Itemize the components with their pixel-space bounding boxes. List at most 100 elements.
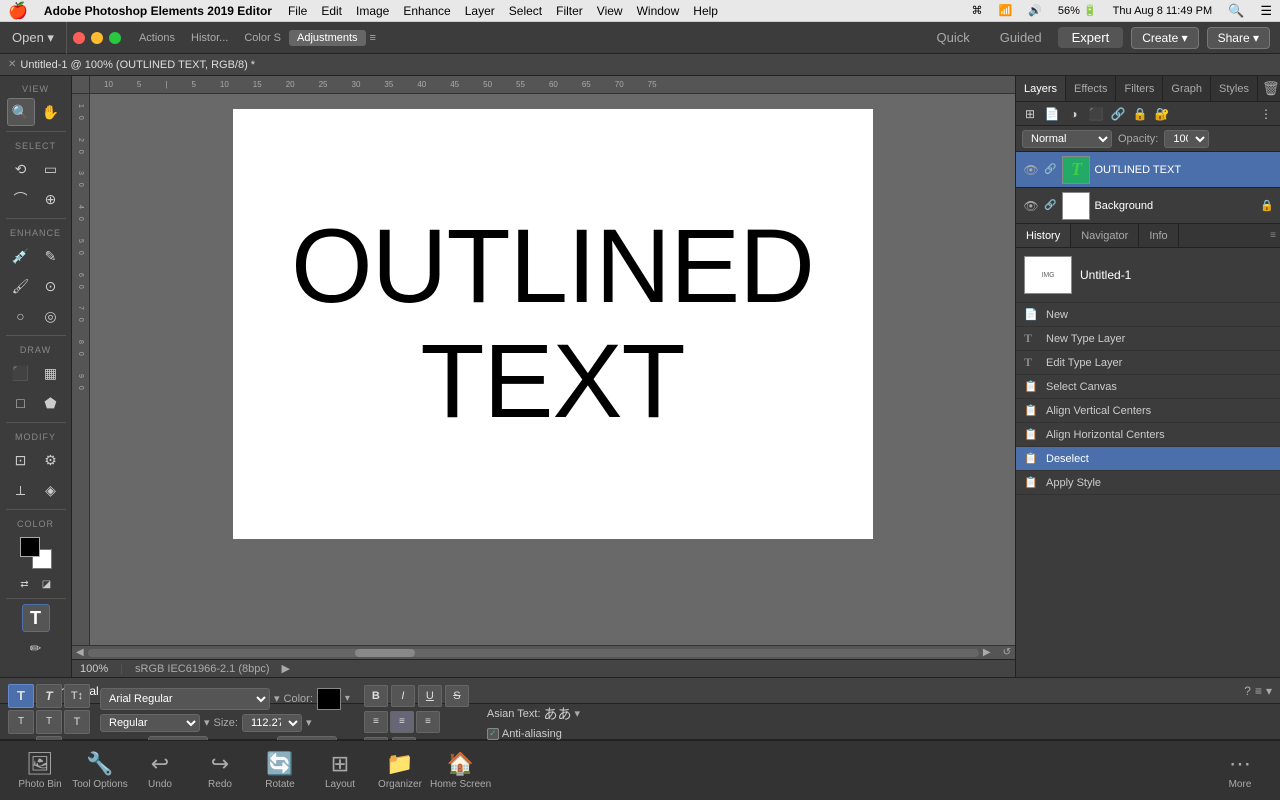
history-item-select-canvas[interactable]: 📋 Select Canvas	[1016, 375, 1280, 399]
rectangular-marquee-tool[interactable]: ▭	[37, 155, 65, 183]
tab-graph[interactable]: Graph	[1163, 76, 1211, 101]
bold-button[interactable]: B	[364, 685, 388, 707]
layer-link-icon-outlined-text[interactable]: 🔗	[1044, 164, 1056, 175]
spot-healing-tool[interactable]: ✎	[37, 242, 65, 270]
history-item-align-vertical[interactable]: 📋 Align Vertical Centers	[1016, 399, 1280, 423]
menu-enhance[interactable]: Enhance	[403, 4, 450, 18]
default-colors-icon[interactable]: ◪	[37, 575, 57, 593]
asian-text-dropdown[interactable]: ▾	[575, 707, 581, 720]
undo-nav[interactable]: ↩ Undo	[130, 751, 190, 790]
menu-edit[interactable]: Edit	[321, 4, 342, 18]
opacity-input[interactable]: 100%	[1164, 130, 1209, 148]
more-nav[interactable]: ⋯ More	[1210, 751, 1270, 790]
layer-link-icon-background[interactable]: 🔗	[1044, 200, 1056, 211]
tab-colors[interactable]: Color S	[236, 30, 289, 46]
menu-help[interactable]: Help	[693, 4, 718, 18]
fullscreen-window-button[interactable]	[109, 32, 121, 44]
underline-button[interactable]: U	[418, 685, 442, 707]
redo-nav[interactable]: ↪ Redo	[190, 751, 250, 790]
paint-bucket-tool[interactable]: ⬛	[7, 359, 35, 387]
pencil-tool[interactable]: ✏	[22, 634, 50, 662]
color-swatch-pair[interactable]	[20, 537, 52, 569]
history-item-edit-type-layer[interactable]: T Edit Type Layer	[1016, 351, 1280, 375]
history-item-align-horizontal[interactable]: 📋 Align Horizontal Centers	[1016, 423, 1280, 447]
font-style-select[interactable]: Regular	[100, 714, 200, 732]
create-button[interactable]: Create ▾	[1131, 27, 1198, 49]
type-mask-vertical-button[interactable]: T	[36, 710, 62, 734]
layer-visibility-icon-background[interactable]: 👁	[1022, 199, 1040, 213]
delete-layer-icon[interactable]: 🗑	[1262, 80, 1280, 97]
fill-layer-button[interactable]: ⬛	[1086, 104, 1106, 124]
align-right-button[interactable]: ≡	[416, 711, 440, 733]
clone-tool[interactable]: ⊙	[37, 272, 65, 300]
color-dropdown-icon[interactable]: ▾	[345, 693, 350, 704]
strikethrough-button[interactable]: S	[445, 685, 469, 707]
switch-colors-icon[interactable]: ⇄	[15, 575, 35, 593]
history-item-apply-style[interactable]: 📋 Apply Style	[1016, 471, 1280, 495]
align-left-button[interactable]: ≡	[364, 711, 388, 733]
color-profile[interactable]: sRGB IEC61966-2.1 (8bpc)	[135, 663, 270, 675]
asian-text-icon[interactable]: ああ	[544, 704, 572, 724]
menu-select[interactable]: Select	[509, 4, 542, 18]
home-screen-nav[interactable]: 🏠 Home Screen	[430, 751, 491, 790]
history-item-new-type-layer[interactable]: T New Type Layer	[1016, 327, 1280, 351]
blend-mode-select[interactable]: Normal	[1022, 130, 1112, 148]
eyedropper-tool[interactable]: 💉	[7, 242, 35, 270]
font-size-input[interactable]: 112.27 p	[242, 714, 302, 732]
apple-menu[interactable]: 🍎	[8, 1, 28, 21]
menu-window[interactable]: Window	[637, 4, 680, 18]
scroll-right-icon[interactable]: ▶	[983, 647, 991, 658]
panel-menu-icon[interactable]: ≡	[366, 32, 380, 44]
search-icon[interactable]: 🔍	[1228, 3, 1244, 19]
type-options-collapse-icon[interactable]: ▾	[1266, 684, 1272, 698]
layout-nav[interactable]: ⊞ Layout	[310, 751, 370, 790]
tab-history[interactable]: History	[1016, 224, 1071, 247]
straighten-tool[interactable]: ⟂	[7, 476, 35, 504]
custom-shape-tool[interactable]: ⬟	[37, 389, 65, 417]
rotate-canvas-icon[interactable]: ↺	[1003, 647, 1011, 658]
layer-panel-menu-icon[interactable]: ⋮	[1256, 104, 1276, 124]
profile-arrow[interactable]: ▶	[282, 662, 290, 675]
tab-guided[interactable]: Guided	[986, 27, 1056, 48]
align-center-button[interactable]: ≡	[390, 711, 414, 733]
canvas[interactable]: OUTLINED TEXT	[233, 109, 873, 539]
lock-all-button[interactable]: 🔐	[1152, 104, 1172, 124]
tab-filters[interactable]: Filters	[1116, 76, 1163, 101]
doc-tab-title[interactable]: Untitled-1 @ 100% (OUTLINED TEXT, RGB/8)…	[20, 59, 255, 71]
italic-button[interactable]: I	[391, 685, 415, 707]
link-layers-button[interactable]: 🔗	[1108, 104, 1128, 124]
control-center-icon[interactable]: ☰	[1260, 3, 1272, 19]
canvas-horizontal-scrollbar[interactable]: ◀ ▶ ↺	[72, 645, 1015, 659]
hand-tool[interactable]: ✋	[37, 98, 65, 126]
transform-tool[interactable]: ◈	[37, 476, 65, 504]
tab-styles[interactable]: Styles	[1211, 76, 1258, 101]
crop-tool[interactable]: ⊡	[7, 446, 35, 474]
organizer-nav[interactable]: 📁 Organizer	[370, 751, 430, 790]
share-button[interactable]: Share ▾	[1207, 27, 1270, 49]
close-window-button[interactable]	[73, 32, 85, 44]
size-arrow-icon[interactable]: ▾	[306, 716, 312, 729]
style-arrow-icon[interactable]: ▾	[204, 716, 210, 729]
text-color-swatch[interactable]	[317, 688, 341, 710]
horizontal-type-tool-button[interactable]: T	[8, 684, 34, 708]
scroll-thumb[interactable]	[355, 649, 415, 657]
menu-filter[interactable]: Filter	[556, 4, 583, 18]
type-mask-horizontal-button[interactable]: T	[8, 710, 34, 734]
menu-view[interactable]: View	[597, 4, 623, 18]
photo-bin-nav[interactable]: 🖼 Photo Bin	[10, 751, 70, 790]
layer-item-background[interactable]: 👁 🔗 Background 🔒	[1016, 188, 1280, 224]
anti-alias-checkbox[interactable]: ✓	[487, 728, 499, 740]
type-on-path-button[interactable]: T	[64, 710, 90, 734]
type-tool[interactable]: T	[22, 604, 50, 632]
lock-layer-button[interactable]: 🔒	[1130, 104, 1150, 124]
type-options-list-icon[interactable]: ≡	[1255, 684, 1262, 698]
menu-layer[interactable]: Layer	[465, 4, 495, 18]
tab-effects[interactable]: Effects	[1066, 76, 1116, 101]
tab-quick[interactable]: Quick	[922, 27, 983, 48]
blur-tool[interactable]: ○	[7, 302, 35, 330]
font-select[interactable]: Arial Regular	[100, 688, 270, 710]
scroll-left-icon[interactable]: ◀	[76, 647, 84, 658]
vertical-type-tool-button[interactable]: T↕	[64, 684, 90, 708]
create-adjustment-layer-button[interactable]: ◑	[1064, 104, 1084, 124]
layer-item-outlined-text[interactable]: 👁 🔗 T OUTLINED TEXT	[1016, 152, 1280, 188]
